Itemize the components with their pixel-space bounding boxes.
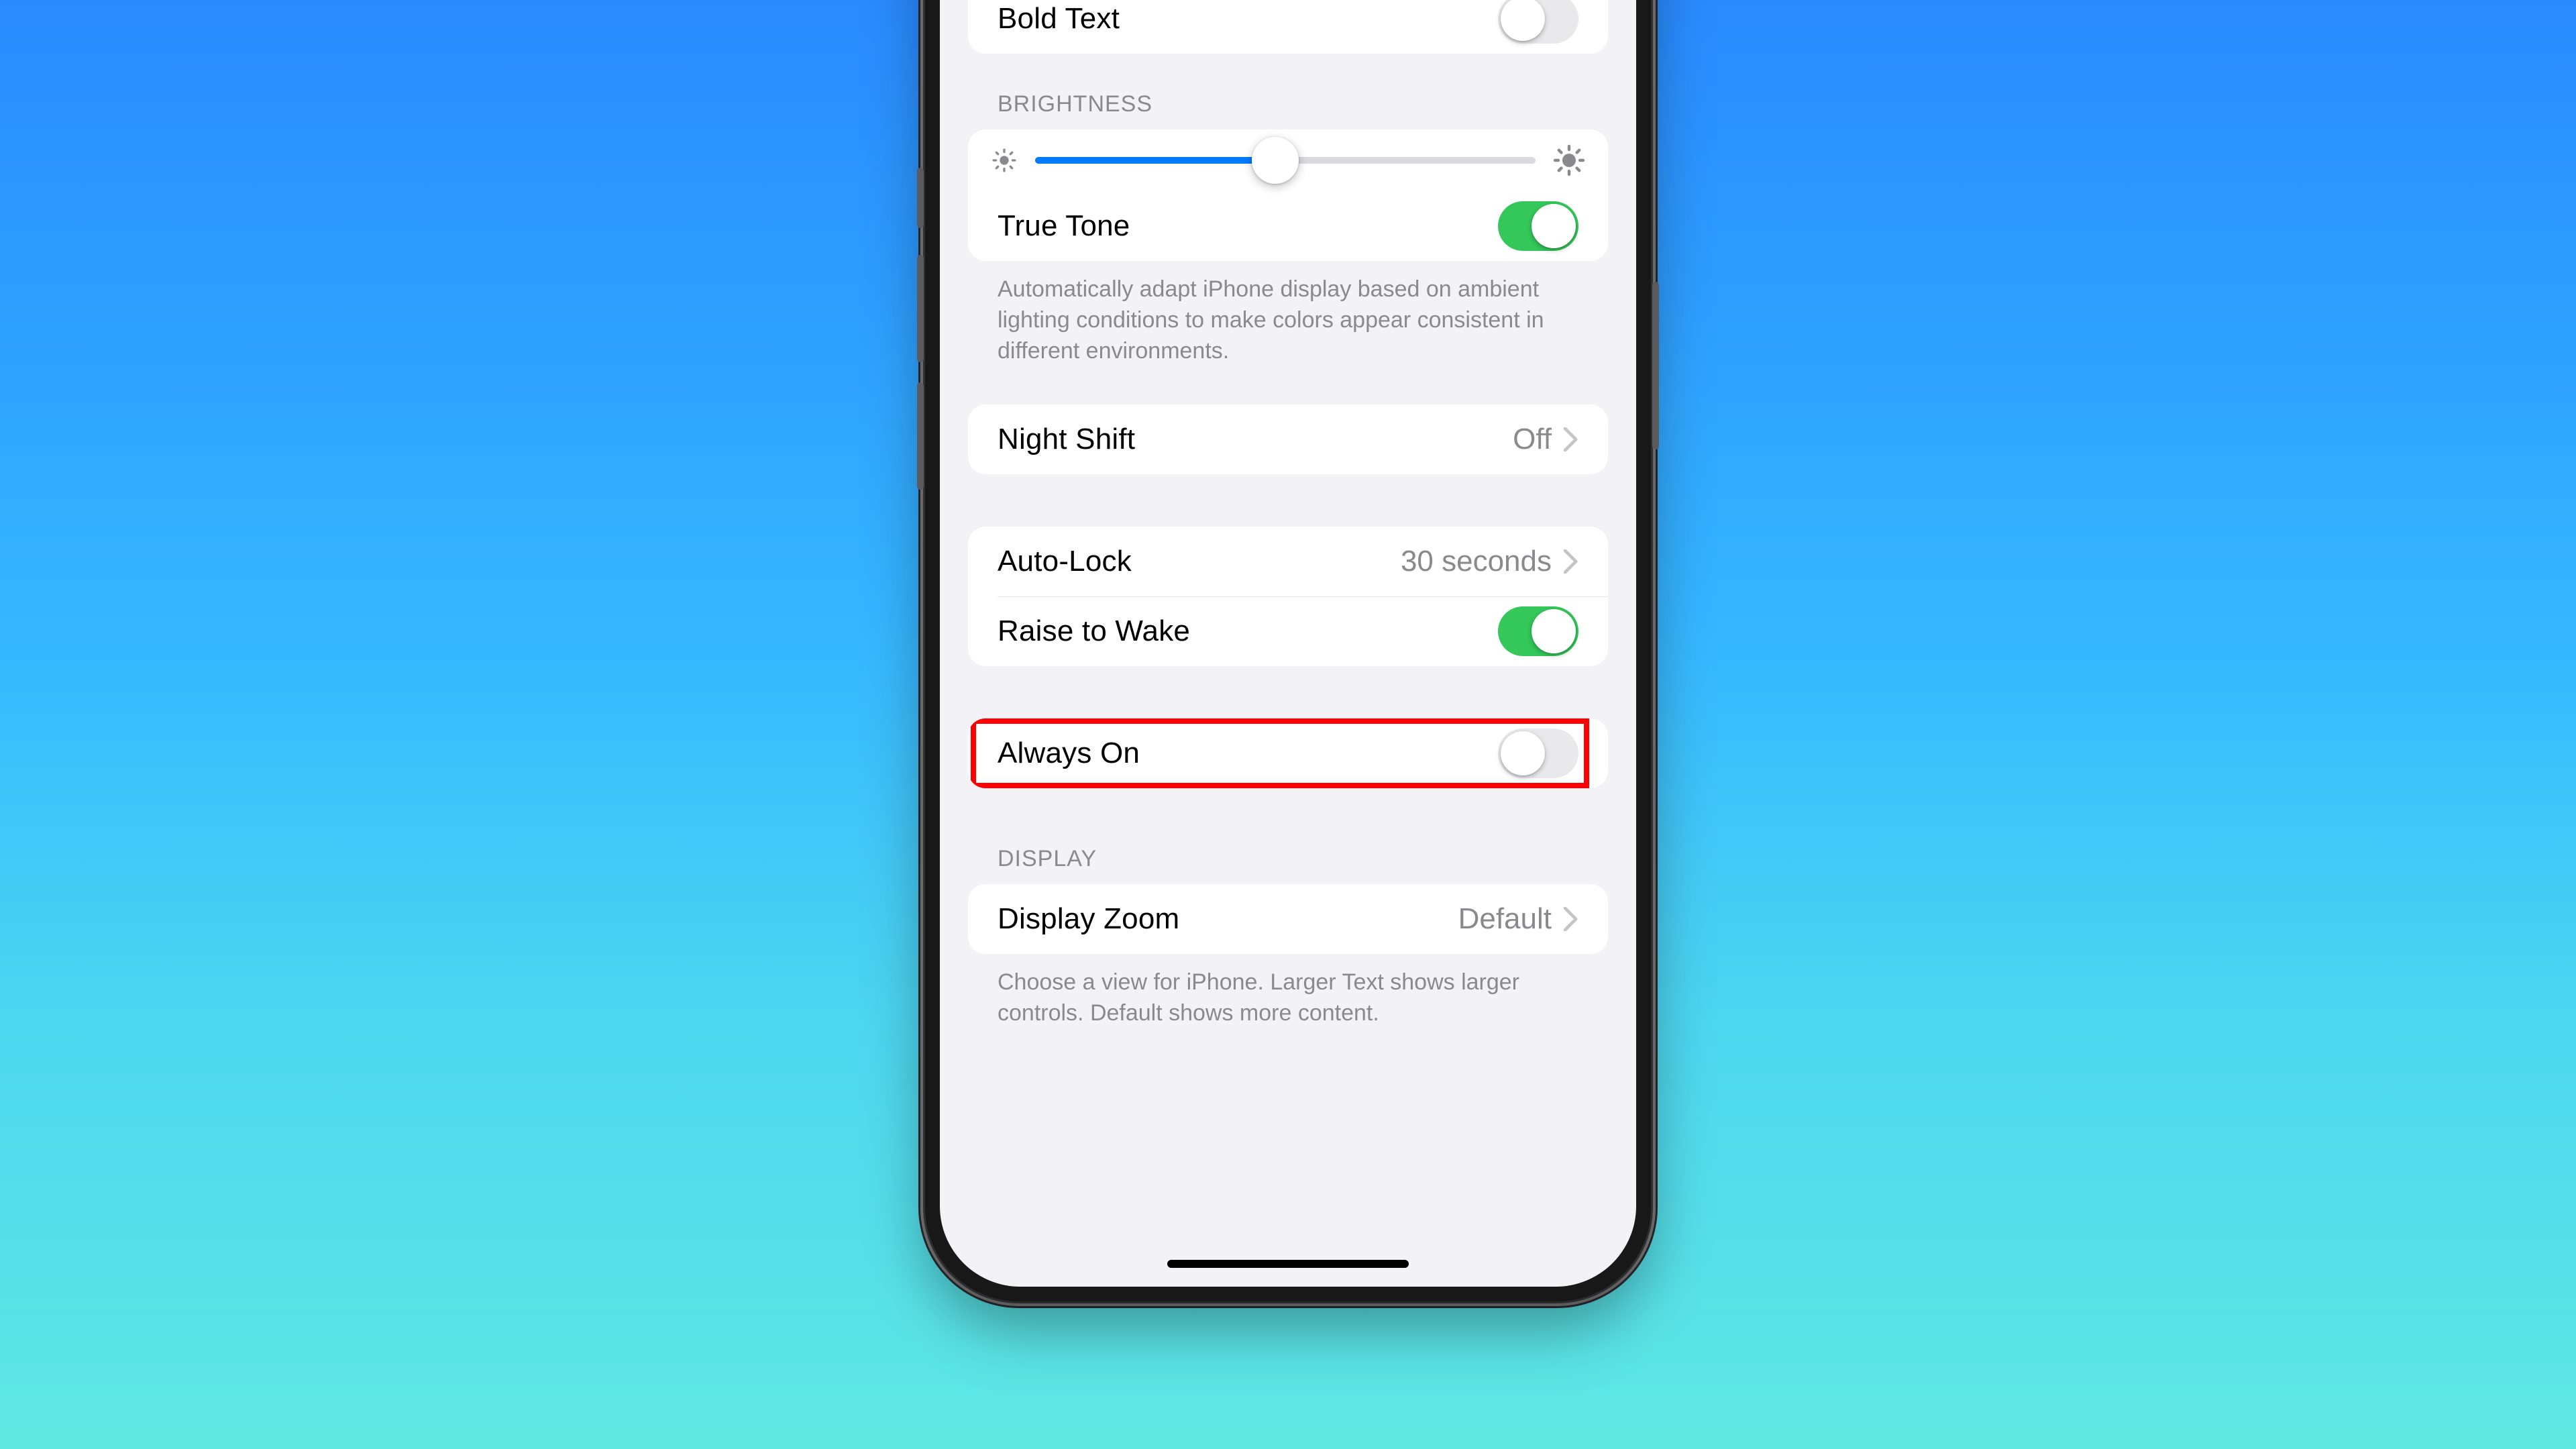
display-zoom-row[interactable]: Display Zoom Default bbox=[968, 884, 1608, 954]
chevron-right-icon bbox=[1564, 427, 1578, 451]
night-shift-row[interactable]: Night Shift Off bbox=[968, 405, 1608, 474]
night-shift-value: Off bbox=[1513, 423, 1552, 456]
lock-group: Auto-Lock 30 seconds Raise to Wake bbox=[968, 527, 1608, 666]
phone-frame: Text Size Bold Text BRIGHTNESS bbox=[925, 0, 1651, 1301]
brightness-slider-row bbox=[968, 129, 1608, 191]
auto-lock-value: 30 seconds bbox=[1401, 545, 1552, 578]
bold-text-label: Bold Text bbox=[998, 2, 1120, 36]
auto-lock-row[interactable]: Auto-Lock 30 seconds bbox=[968, 527, 1608, 596]
home-indicator[interactable] bbox=[1167, 1260, 1409, 1268]
phone-screen: Text Size Bold Text BRIGHTNESS bbox=[940, 0, 1636, 1287]
night-shift-group: Night Shift Off bbox=[968, 405, 1608, 474]
brightness-slider[interactable] bbox=[1035, 157, 1536, 164]
brightness-group: True Tone bbox=[968, 129, 1608, 261]
display-zoom-footer: Choose a view for iPhone. Larger Text sh… bbox=[998, 967, 1578, 1029]
sun-min-icon bbox=[991, 147, 1018, 174]
display-header: DISPLAY bbox=[998, 846, 1608, 872]
volume-up-button bbox=[917, 255, 924, 362]
chevron-right-icon bbox=[1564, 907, 1578, 931]
settings-content[interactable]: Text Size Bold Text BRIGHTNESS bbox=[940, 0, 1636, 1287]
bold-text-row: Bold Text bbox=[968, 0, 1608, 54]
true-tone-toggle[interactable] bbox=[1498, 201, 1578, 251]
display-zoom-value: Default bbox=[1458, 902, 1552, 936]
auto-lock-label: Auto-Lock bbox=[998, 545, 1132, 578]
true-tone-label: True Tone bbox=[998, 209, 1130, 243]
sun-max-icon bbox=[1553, 144, 1585, 176]
true-tone-row: True Tone bbox=[968, 191, 1608, 261]
always-on-row: Always On bbox=[968, 718, 1608, 788]
always-on-label: Always On bbox=[998, 737, 1140, 770]
always-on-toggle[interactable] bbox=[1498, 729, 1578, 778]
raise-to-wake-toggle[interactable] bbox=[1498, 606, 1578, 656]
night-shift-label: Night Shift bbox=[998, 423, 1135, 456]
raise-to-wake-label: Raise to Wake bbox=[998, 614, 1190, 648]
display-group: Display Zoom Default bbox=[968, 884, 1608, 954]
bold-text-toggle[interactable] bbox=[1498, 0, 1578, 44]
volume-down-button bbox=[917, 382, 924, 490]
raise-to-wake-row: Raise to Wake bbox=[968, 596, 1608, 666]
true-tone-footer: Automatically adapt iPhone display based… bbox=[998, 274, 1578, 367]
always-on-group: Always On bbox=[968, 718, 1608, 788]
mute-switch bbox=[917, 168, 924, 228]
brightness-thumb[interactable] bbox=[1252, 137, 1299, 184]
display-zoom-label: Display Zoom bbox=[998, 902, 1179, 936]
brightness-header: BRIGHTNESS bbox=[998, 91, 1608, 117]
side-button bbox=[1652, 282, 1659, 449]
text-group: Text Size Bold Text bbox=[968, 0, 1608, 54]
chevron-right-icon bbox=[1564, 549, 1578, 574]
